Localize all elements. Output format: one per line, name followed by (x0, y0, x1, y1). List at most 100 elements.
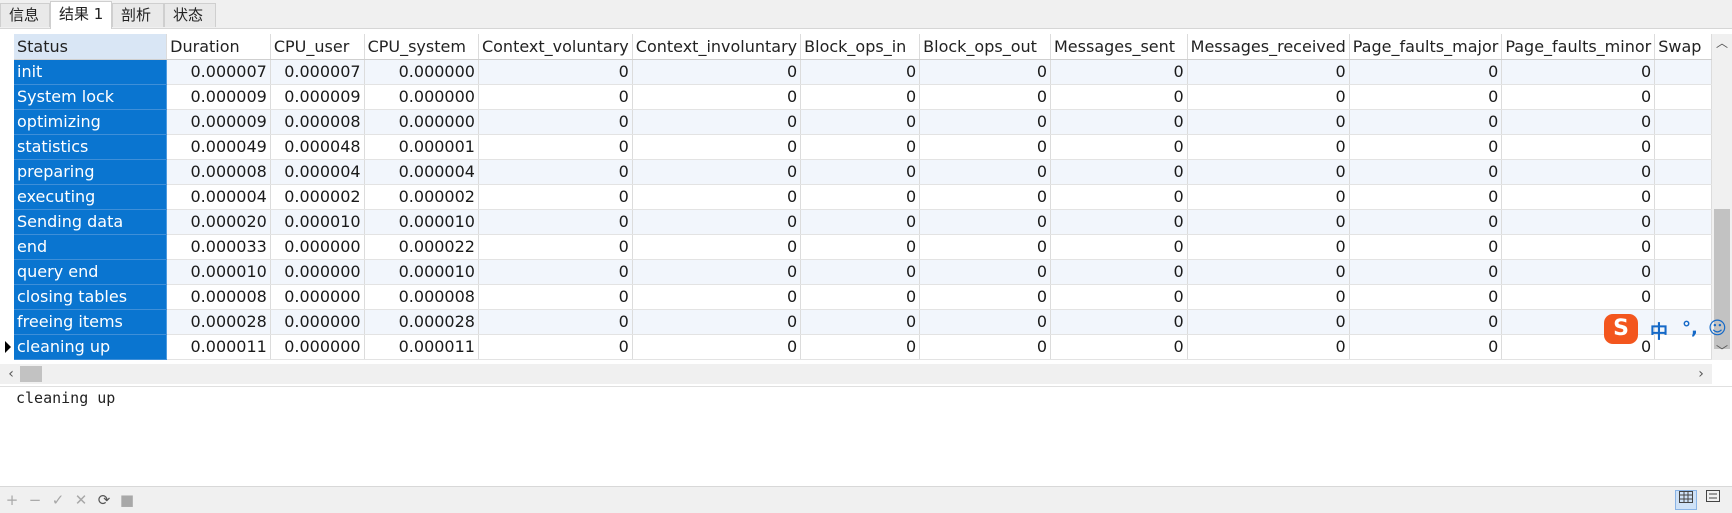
table-cell[interactable]: 0 (478, 159, 633, 185)
table-cell[interactable]: 0 (1349, 159, 1503, 185)
ime-mode-toggle[interactable]: 中 (1650, 318, 1668, 344)
status-cell[interactable]: closing tables (14, 284, 168, 310)
table-cell[interactable] (1654, 184, 1712, 210)
table-cell[interactable]: 0 (1050, 109, 1188, 135)
table-cell[interactable]: 0 (919, 109, 1051, 135)
table-cell[interactable]: 0 (1501, 184, 1656, 210)
table-cell[interactable]: 0 (919, 259, 1051, 285)
table-cell[interactable]: 0.000048 (270, 134, 365, 160)
table-cell[interactable]: 0.000002 (270, 184, 365, 210)
table-cell[interactable]: 0 (1349, 259, 1503, 285)
table-cell[interactable] (1654, 109, 1712, 135)
table-cell[interactable]: 0.000004 (364, 159, 479, 185)
status-cell[interactable]: preparing (14, 159, 168, 185)
tab-result-1[interactable]: 结果 1 (50, 1, 112, 29)
table-cell[interactable] (1654, 209, 1712, 235)
table-cell[interactable]: 0.000000 (364, 84, 479, 110)
table-cell[interactable]: 0 (919, 159, 1051, 185)
table-cell[interactable]: 0 (1050, 234, 1188, 260)
table-cell[interactable]: 0 (1349, 84, 1503, 110)
table-cell[interactable]: 0 (1501, 234, 1656, 260)
table-cell[interactable]: 0.000004 (166, 184, 271, 210)
table-cell[interactable]: 0 (1349, 334, 1503, 360)
table-cell[interactable]: 0 (1501, 134, 1656, 160)
table-cell[interactable]: 0 (800, 134, 921, 160)
column-header-context-voluntary[interactable]: Context_voluntary (478, 34, 633, 60)
grid-view-button[interactable] (1675, 490, 1697, 510)
table-cell[interactable]: 0 (1050, 259, 1188, 285)
table-cell[interactable]: 0 (632, 59, 802, 85)
table-row[interactable]: Sending data 0.000020 0.000010 0.000010 0 0 0 0… (14, 209, 1712, 235)
ime-emoji-icon[interactable]: ☺ (1708, 318, 1727, 339)
table-cell[interactable]: 0 (919, 284, 1051, 310)
column-header-messages-sent[interactable]: Messages_sent (1050, 34, 1188, 60)
horizontal-scrollbar[interactable]: ‹ › (0, 364, 1712, 384)
table-cell[interactable]: 0.000000 (364, 109, 479, 135)
table-cell[interactable]: 0 (919, 184, 1051, 210)
table-cell[interactable]: 0 (632, 84, 802, 110)
table-cell[interactable]: 0 (1050, 59, 1188, 85)
status-cell[interactable]: optimizing (14, 109, 168, 135)
table-cell[interactable]: 0 (1501, 159, 1656, 185)
table-cell[interactable]: 0 (1187, 159, 1350, 185)
table-cell[interactable]: 0 (800, 59, 921, 85)
table-cell[interactable]: 0 (632, 259, 802, 285)
table-cell[interactable]: 0 (1349, 134, 1503, 160)
table-cell[interactable]: 0 (800, 334, 921, 360)
table-cell[interactable]: 0 (478, 259, 633, 285)
table-row[interactable]: preparing 0.000008 0.000004 0.000004 0 0 0 0 0 0 0… (14, 159, 1712, 185)
tab-info[interactable]: 信息 (0, 3, 50, 27)
table-cell[interactable]: 0 (1187, 259, 1350, 285)
table-cell[interactable] (1654, 84, 1712, 110)
table-cell[interactable]: 0.000007 (270, 59, 365, 85)
table-cell[interactable]: 0.000000 (270, 334, 365, 360)
column-header-cpu-user[interactable]: CPU_user (270, 34, 365, 60)
table-cell[interactable]: 0 (478, 284, 633, 310)
table-cell[interactable]: 0 (1187, 334, 1350, 360)
table-cell[interactable]: 0 (632, 109, 802, 135)
table-cell[interactable]: 0 (800, 209, 921, 235)
table-cell[interactable]: 0 (1187, 209, 1350, 235)
status-cell[interactable]: Sending data (14, 209, 168, 235)
table-cell[interactable]: 0.000008 (166, 159, 271, 185)
table-cell[interactable]: 0 (632, 134, 802, 160)
status-cell[interactable]: end (14, 234, 168, 260)
table-cell[interactable]: 0.000008 (166, 284, 271, 310)
stop-icon[interactable]: ■ (118, 491, 136, 509)
table-row[interactable]: freeing items 0.000028 0.000000 0.000028 0 0 0… (14, 309, 1712, 335)
table-cell[interactable]: 0 (1349, 59, 1503, 85)
column-header-cpu-system[interactable]: CPU_system (364, 34, 479, 60)
status-cell[interactable]: query end (14, 259, 168, 285)
table-cell[interactable]: 0 (478, 109, 633, 135)
table-cell[interactable]: 0.000022 (364, 234, 479, 260)
table-cell[interactable]: 0.000000 (270, 284, 365, 310)
table-cell[interactable]: 0 (1501, 59, 1656, 85)
table-cell[interactable]: 0 (919, 309, 1051, 335)
table-cell[interactable]: 0 (800, 234, 921, 260)
table-cell[interactable]: 0 (478, 59, 633, 85)
table-cell[interactable]: 0 (1187, 184, 1350, 210)
table-cell[interactable] (1654, 134, 1712, 160)
status-cell[interactable]: init (14, 59, 168, 85)
table-cell[interactable]: 0 (478, 84, 633, 110)
table-cell[interactable]: 0.000000 (270, 309, 365, 335)
status-cell[interactable]: executing (14, 184, 168, 210)
ime-logo-icon[interactable]: S (1604, 314, 1638, 344)
table-cell[interactable]: 0 (1187, 284, 1350, 310)
table-cell[interactable]: 0 (800, 159, 921, 185)
table-cell[interactable]: 0 (632, 159, 802, 185)
table-cell[interactable]: 0.000020 (166, 209, 271, 235)
table-cell[interactable]: 0 (1349, 234, 1503, 260)
table-cell[interactable]: 0 (800, 284, 921, 310)
table-cell[interactable]: 0.000033 (166, 234, 271, 260)
table-cell[interactable]: 0.000000 (270, 259, 365, 285)
table-cell[interactable]: 0.000004 (270, 159, 365, 185)
table-cell[interactable]: 0 (800, 309, 921, 335)
table-cell[interactable]: 0 (478, 234, 633, 260)
table-row[interactable]: optimizing 0.000009 0.000008 0.000000 0 0 0 0 0 0… (14, 109, 1712, 135)
cell-detail-pane[interactable]: cleaning up (0, 386, 1732, 487)
table-cell[interactable] (1654, 234, 1712, 260)
table-cell[interactable]: 0 (632, 309, 802, 335)
table-cell[interactable]: 0.000000 (270, 234, 365, 260)
column-header-duration[interactable]: Duration (166, 34, 271, 60)
